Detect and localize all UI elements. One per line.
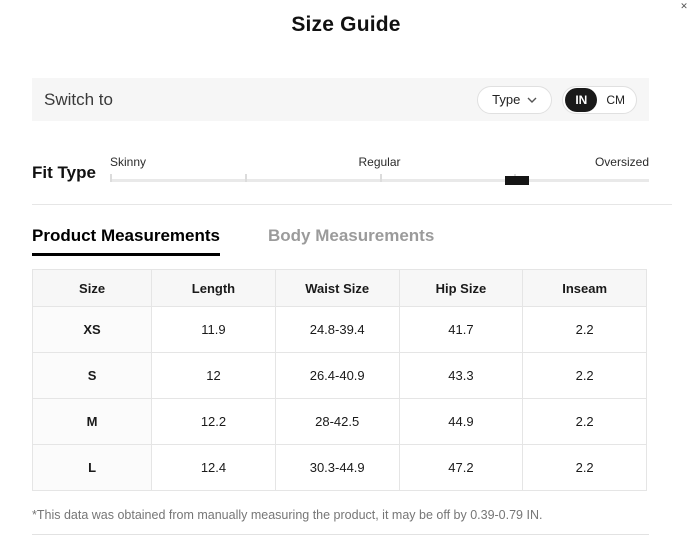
page-title: Size Guide bbox=[291, 13, 401, 36]
measurement-disclaimer: *This data was obtained from manually me… bbox=[32, 508, 543, 522]
length-cell: 12.2 bbox=[151, 398, 276, 445]
unit-option-in[interactable]: IN bbox=[565, 87, 598, 112]
fit-stop-regular: Regular bbox=[358, 155, 401, 169]
hip-cell: 44.9 bbox=[398, 398, 524, 445]
switch-to-bar: Switch to Type IN CM bbox=[32, 78, 649, 121]
size-guide-panel: Size Guide ✕ Switch to Type IN CM Fit Ty… bbox=[0, 0, 692, 555]
column-header-length: Length bbox=[151, 269, 276, 307]
measurement-tabs: Product Measurements Body Measurements bbox=[32, 226, 434, 256]
fit-type-label: Fit Type bbox=[32, 163, 96, 182]
fit-slider-tick bbox=[379, 174, 382, 182]
fit-slider-tick bbox=[110, 174, 112, 182]
fit-stop-oversized: Oversized bbox=[594, 155, 649, 169]
unit-toggle[interactable]: IN CM bbox=[562, 85, 637, 114]
section-divider bbox=[32, 204, 672, 205]
inseam-cell: 2.2 bbox=[522, 306, 647, 353]
type-dropdown-button[interactable]: Type bbox=[477, 85, 553, 114]
fit-stop-skinny: Skinny bbox=[110, 155, 147, 169]
close-icon[interactable]: ✕ bbox=[678, 0, 690, 12]
waist-cell: 28-42.5 bbox=[274, 398, 400, 445]
tab-body-measurements[interactable]: Body Measurements bbox=[268, 226, 434, 256]
hip-cell: 47.2 bbox=[398, 444, 524, 491]
size-cell: M bbox=[31, 398, 153, 445]
table-header-row: Size Length Waist Size Hip Size Inseam bbox=[31, 269, 647, 307]
hip-cell: 43.3 bbox=[398, 352, 524, 399]
table-row: XS 11.9 24.8-39.4 41.7 2.2 bbox=[31, 306, 647, 353]
fit-indicator bbox=[504, 176, 529, 185]
inseam-cell: 2.2 bbox=[522, 444, 647, 491]
size-cell: XS bbox=[31, 306, 153, 353]
table-row: L 12.4 30.3-44.9 47.2 2.2 bbox=[31, 444, 647, 491]
column-header-waist: Waist Size bbox=[274, 269, 400, 307]
size-cell: S bbox=[31, 352, 153, 399]
waist-cell: 26.4-40.9 bbox=[274, 352, 400, 399]
table-row: M 12.2 28-42.5 44.9 2.2 bbox=[31, 398, 647, 445]
inseam-cell: 2.2 bbox=[522, 352, 647, 399]
type-dropdown-label: Type bbox=[492, 92, 521, 107]
column-header-inseam: Inseam bbox=[522, 269, 647, 307]
length-cell: 12.4 bbox=[151, 444, 276, 491]
unit-option-cm[interactable]: CM bbox=[597, 93, 634, 107]
fit-type-slider: Skinny Regular Oversized bbox=[110, 150, 649, 194]
chevron-down-icon bbox=[527, 97, 537, 103]
inseam-cell: 2.2 bbox=[522, 398, 647, 445]
fit-slider-tick bbox=[244, 174, 247, 182]
hip-cell: 41.7 bbox=[398, 306, 524, 353]
column-header-hip: Hip Size bbox=[398, 269, 524, 307]
length-cell: 11.9 bbox=[151, 306, 276, 353]
tab-product-measurements[interactable]: Product Measurements bbox=[32, 226, 220, 256]
measurements-table: Size Length Waist Size Hip Size Inseam X… bbox=[31, 269, 647, 491]
switch-to-label: Switch to bbox=[44, 89, 113, 109]
table-row: S 12 26.4-40.9 43.3 2.2 bbox=[31, 352, 647, 399]
size-cell: L bbox=[31, 444, 153, 491]
length-cell: 12 bbox=[151, 352, 276, 399]
fit-type-section: Fit Type Skinny Regular Oversized bbox=[32, 150, 649, 194]
bottom-divider bbox=[32, 534, 649, 535]
waist-cell: 24.8-39.4 bbox=[274, 306, 400, 353]
column-header-size: Size bbox=[31, 269, 153, 307]
waist-cell: 30.3-44.9 bbox=[274, 444, 400, 491]
fit-slider-track bbox=[110, 174, 649, 185]
